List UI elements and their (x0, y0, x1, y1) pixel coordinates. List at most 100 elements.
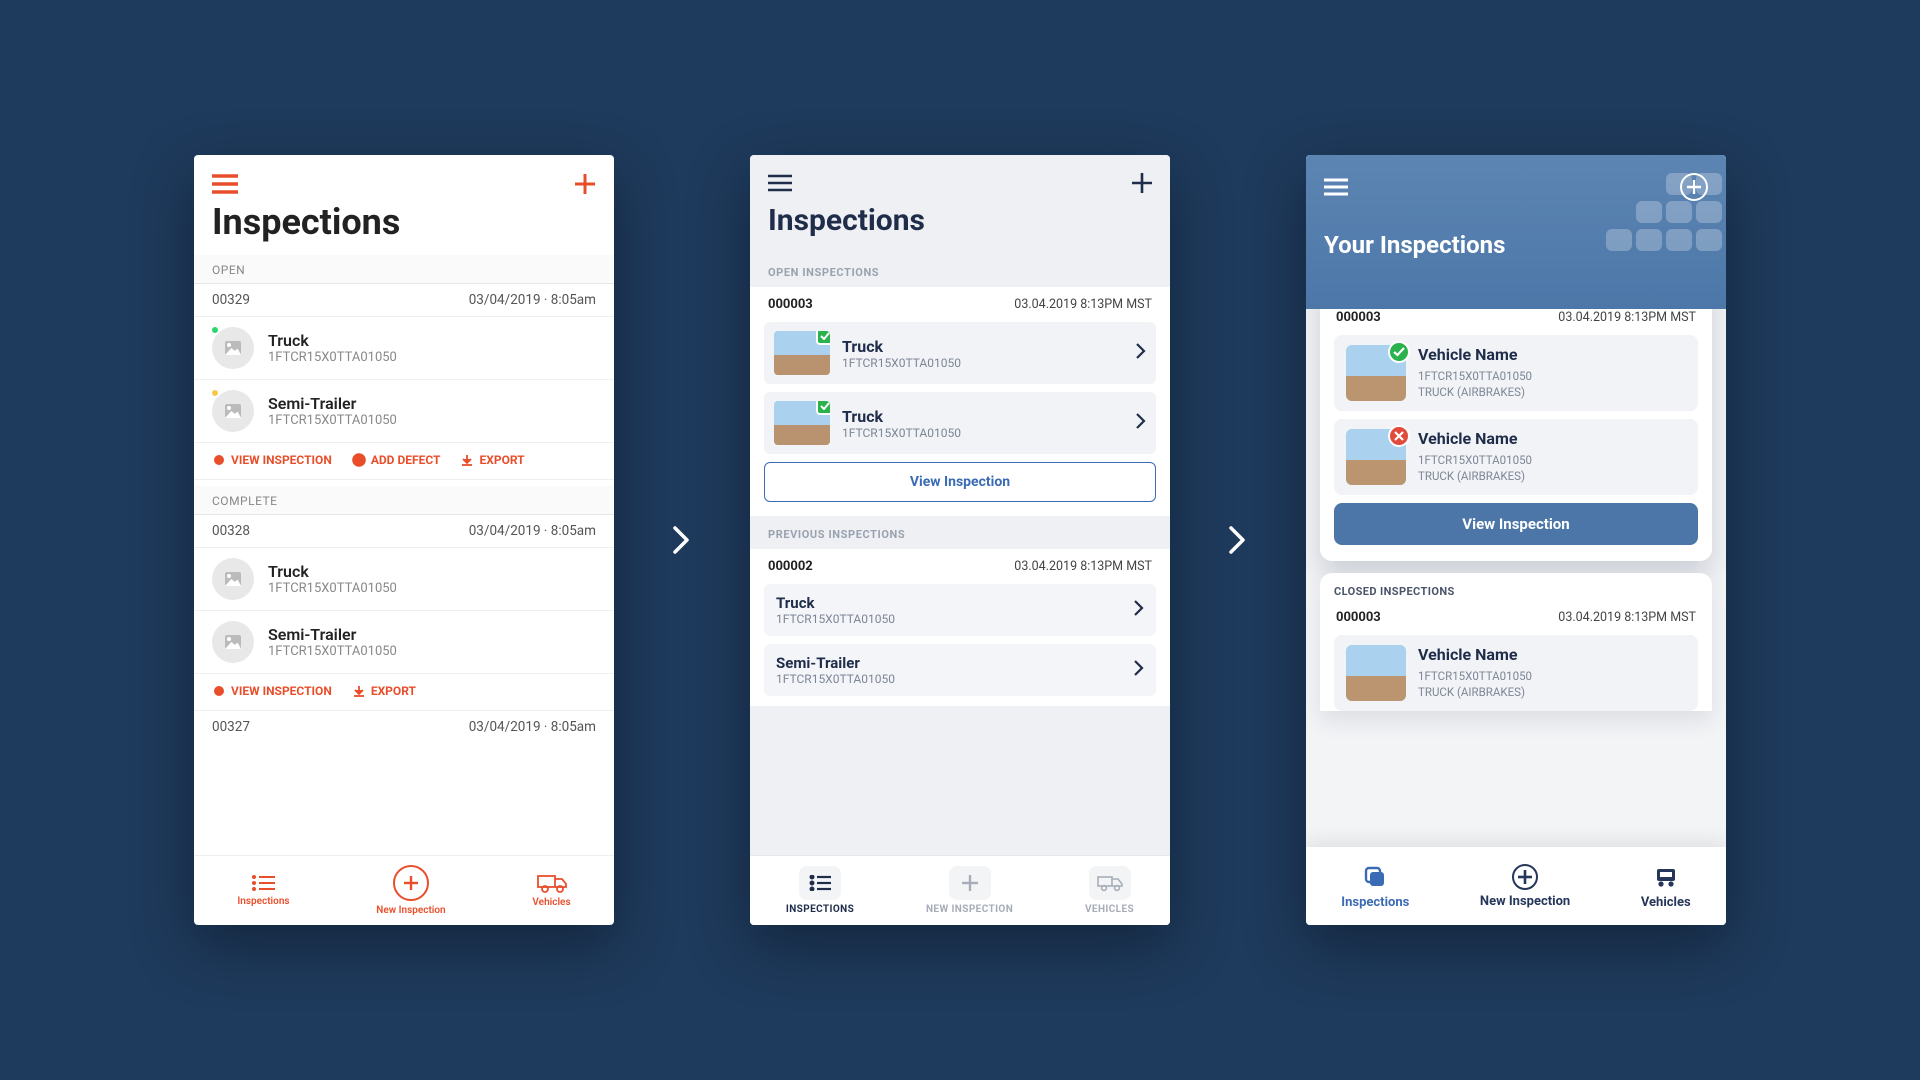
inspection-header[interactable]: 00327 03/04/2019 · 8:05am (194, 711, 614, 743)
vehicle-name: Truck (842, 337, 961, 356)
vehicle-thumbnail (212, 390, 254, 432)
hamburger-icon[interactable] (768, 174, 792, 192)
inspection-header: 000003 03.04.2019 8:13PM MST (1334, 306, 1698, 335)
plus-circle-icon (1512, 864, 1538, 890)
vehicle-row[interactable]: Vehicle Name 1FTCR15X0TTA01050 TRUCK (AI… (1334, 635, 1698, 711)
section-label-closed: CLOSED INSPECTIONS (1334, 585, 1698, 606)
stack-icon (1361, 863, 1389, 891)
vehicle-thumbnail (212, 621, 254, 663)
vehicle-name: Vehicle Name (1418, 645, 1532, 664)
vehicle-vin: 1FTCR15X0TTA01050 (1418, 668, 1532, 685)
inspection-time: 03/04/2019 · 8:05am (469, 719, 596, 735)
vehicle-vin: 1FTCR15X0TTA01050 (842, 426, 961, 440)
check-badge-icon (816, 401, 830, 415)
vehicle-vin: 1FTCR15X0TTA01050 (268, 413, 397, 428)
screen-a: Inspections OPEN 00329 03/04/2019 · 8:05… (194, 155, 614, 925)
bnav-new-inspection[interactable]: NEW INSPECTION (926, 866, 1013, 915)
vehicle-thumbnail (212, 327, 254, 369)
inspection-time: 03.04.2019 8:13PM MST (1014, 559, 1152, 574)
vehicle-type: TRUCK (AIRBRAKES) (1418, 385, 1532, 399)
vehicle-row[interactable]: Vehicle Name 1FTCR15X0TTA01050 TRUCK (AI… (1334, 419, 1698, 495)
inspection-time: 03/04/2019 · 8:05am (469, 523, 596, 539)
section-label-open: OPEN INSPECTIONS (750, 254, 1170, 287)
check-badge-icon (1388, 341, 1410, 363)
inspection-header: 000003 03.04.2019 8:13PM MST (750, 287, 1170, 322)
inspection-header[interactable]: 00329 03/04/2019 · 8:05am (194, 284, 614, 317)
image-placeholder-icon (225, 572, 241, 586)
bnav-inspections[interactable]: Inspections (237, 874, 289, 907)
status-dot-yellow (210, 388, 220, 398)
vehicle-row[interactable]: Semi-Trailer 1FTCR15X0TTA01050 (764, 644, 1156, 696)
inspection-time: 03/04/2019 · 8:05am (469, 292, 596, 308)
chevron-right-icon (1136, 413, 1146, 433)
vehicle-name: Truck (776, 594, 895, 612)
inspection-header: 000003 03.04.2019 8:13PM MST (1334, 606, 1698, 635)
view-inspection-button[interactable]: View Inspection (1334, 503, 1698, 545)
screen-b: Inspections OPEN INSPECTIONS 000003 03.0… (750, 155, 1170, 925)
inspection-id: 00329 (212, 292, 250, 308)
chevron-right-icon (1134, 600, 1144, 620)
plus-icon[interactable] (574, 173, 596, 195)
bnav-inspections[interactable]: INSPECTIONS (786, 866, 854, 915)
vehicle-row[interactable]: Semi-Trailer 1FTCR15X0TTA01050 (194, 380, 614, 443)
hamburger-icon[interactable] (1324, 178, 1348, 196)
vehicle-vin: 1FTCR15X0TTA01050 (268, 350, 397, 365)
bnav-vehicles[interactable]: Vehicles (532, 873, 570, 908)
add-defect-button[interactable]: ADD DEFECT (352, 453, 441, 467)
vehicle-row[interactable]: Vehicle Name 1FTCR15X0TTA01050 TRUCK (AI… (1334, 335, 1698, 411)
list-icon (251, 874, 275, 892)
vehicle-thumbnail (1346, 645, 1406, 701)
vehicle-row[interactable]: Semi-Trailer 1FTCR15X0TTA01050 (194, 611, 614, 674)
vehicle-vin: 1FTCR15X0TTA01050 (1418, 452, 1532, 469)
vehicle-row[interactable]: Truck 1FTCR15X0TTA01050 (764, 584, 1156, 636)
section-label-complete: COMPLETE (194, 486, 614, 515)
vehicle-row[interactable]: Truck 1FTCR15X0TTA01050 (764, 322, 1156, 384)
truck-icon (1652, 863, 1680, 891)
view-inspection-button[interactable]: View Inspection (764, 462, 1156, 502)
plus-icon (949, 866, 991, 900)
vehicle-vin: 1FTCR15X0TTA01050 (842, 356, 961, 370)
image-placeholder-icon (225, 635, 241, 649)
inspection-time: 03.04.2019 8:13PM MST (1558, 610, 1696, 625)
inspection-header[interactable]: 00328 03/04/2019 · 8:05am (194, 515, 614, 548)
vehicle-name: Semi-Trailer (268, 394, 397, 413)
vehicle-thumbnail (212, 558, 254, 600)
truck-icon (537, 873, 567, 893)
plus-icon[interactable] (1132, 173, 1152, 193)
bnav-vehicles[interactable]: Vehicles (1641, 863, 1691, 910)
vehicle-row[interactable]: Truck 1FTCR15X0TTA01050 (194, 548, 614, 611)
vehicle-name: Truck (268, 331, 397, 350)
status-dot-green (210, 325, 220, 335)
bnav-inspections[interactable]: Inspections (1341, 863, 1409, 910)
vehicle-vin: 1FTCR15X0TTA01050 (776, 672, 895, 686)
screen-c: Your Inspections OPEN INSPECTIONS 000003… (1306, 155, 1726, 925)
hero-decoration (1566, 165, 1726, 265)
check-badge-icon (816, 331, 830, 345)
hamburger-icon[interactable] (212, 174, 238, 194)
vehicle-row[interactable]: Truck 1FTCR15X0TTA01050 (764, 392, 1156, 454)
image-placeholder-icon (225, 341, 241, 355)
bnav-new-inspection[interactable]: New Inspection (1480, 864, 1570, 909)
arrow-right-icon (662, 520, 702, 560)
vehicle-name: Semi-Trailer (268, 625, 397, 644)
vehicle-type: TRUCK (AIRBRAKES) (1418, 685, 1532, 699)
section-label-previous: PREVIOUS INSPECTIONS (750, 516, 1170, 549)
vehicle-name: Truck (842, 407, 961, 426)
bnav-vehicles[interactable]: VEHICLES (1085, 866, 1134, 915)
inspection-id: 000003 (768, 297, 813, 312)
vehicle-vin: 1FTCR15X0TTA01050 (1418, 368, 1532, 385)
vehicle-thumbnail (774, 401, 830, 445)
inspection-id: 00328 (212, 523, 250, 539)
view-inspection-button[interactable]: VIEW INSPECTION (212, 684, 332, 698)
vehicle-name: Vehicle Name (1418, 345, 1532, 364)
view-inspection-button[interactable]: VIEW INSPECTION (212, 453, 332, 467)
truck-icon (1089, 866, 1131, 900)
export-button[interactable]: EXPORT (352, 684, 416, 698)
image-placeholder-icon (225, 404, 241, 418)
vehicle-row[interactable]: Truck 1FTCR15X0TTA01050 (194, 317, 614, 380)
chevron-right-icon (1136, 343, 1146, 363)
plus-circle-icon (393, 865, 429, 901)
export-button[interactable]: EXPORT (460, 453, 524, 467)
bnav-new-inspection[interactable]: New Inspection (376, 865, 445, 916)
inspection-time: 03.04.2019 8:13PM MST (1014, 297, 1152, 312)
